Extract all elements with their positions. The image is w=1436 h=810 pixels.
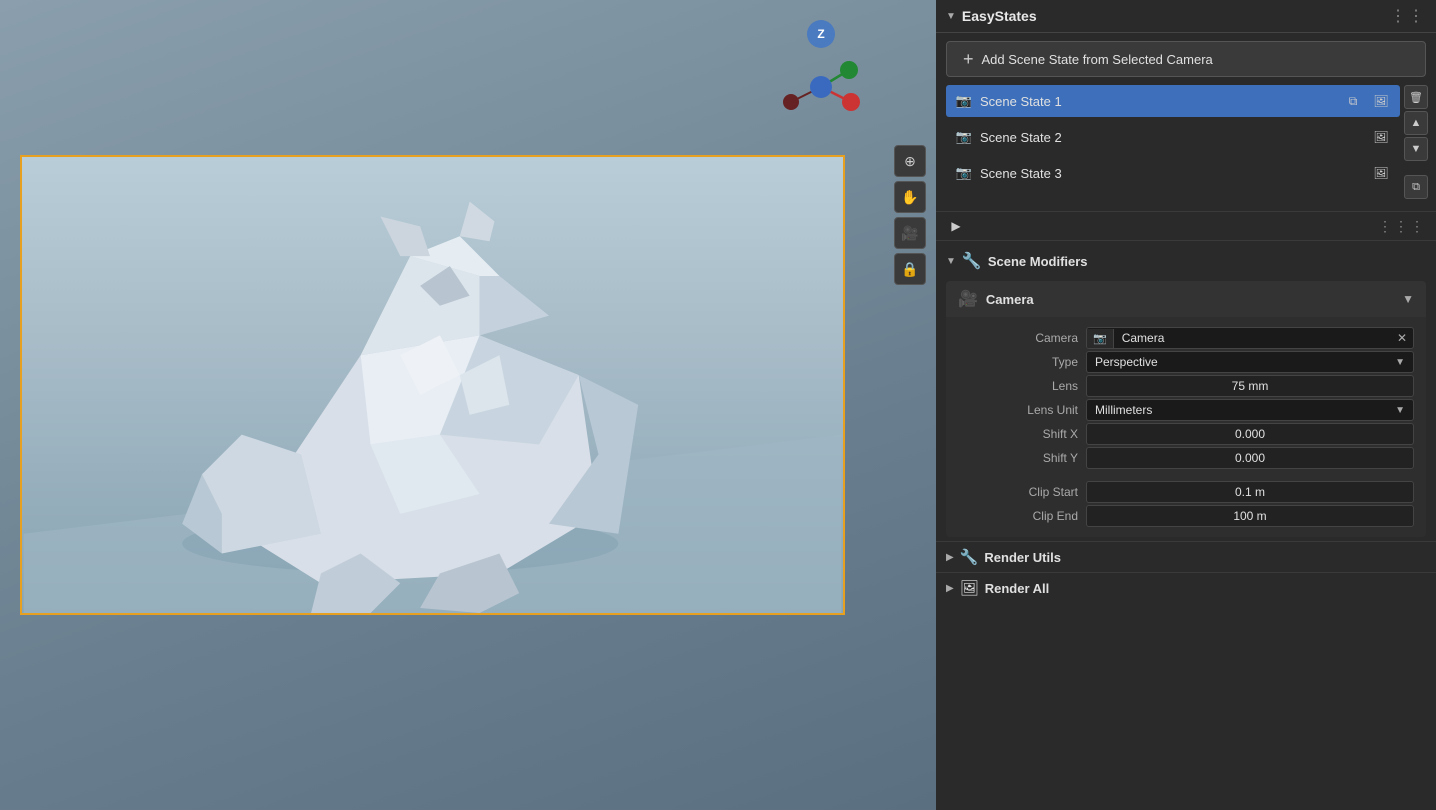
clip-end-value[interactable]: 100 m: [1086, 505, 1414, 527]
render-all-icon: 🖼: [960, 579, 979, 597]
gizmo-z-axis[interactable]: Z: [807, 20, 835, 48]
panel-title-row: ▼ EasyStates: [946, 8, 1037, 24]
delete-state-button[interactable]: 🗑: [1404, 85, 1428, 109]
camera-block-icon: 🎥: [958, 289, 978, 309]
scene-state-row-1: 📷 Scene State 1 ⧉ 🖼: [946, 85, 1400, 117]
viewport-tools: ⊕ ✋ 🎥 🔒: [894, 145, 926, 285]
camera-clear-button[interactable]: ✕: [1391, 328, 1413, 348]
scene-state-item-1[interactable]: 📷 Scene State 1 ⧉ 🖼: [946, 85, 1400, 117]
lock-tool-button[interactable]: 🔒: [894, 253, 926, 285]
shift-y-label: Shift Y: [958, 447, 1078, 469]
states-container: 📷 Scene State 1 ⧉ 🖼 📷 Scene State 2 🖼 📷: [936, 85, 1436, 207]
scene-modifiers-title: Scene Modifiers: [988, 254, 1088, 269]
panel-options-dots[interactable]: ⋮⋮: [1390, 6, 1426, 26]
grab-tool-button[interactable]: ✋: [894, 181, 926, 213]
add-plus-icon: +: [963, 50, 974, 68]
state-camera-icon-2: 📷: [954, 129, 974, 145]
play-button[interactable]: ▶: [946, 216, 966, 236]
lens-unit-dropdown-arrow: ▼: [1395, 405, 1405, 416]
shift-x-label: Shift X: [958, 423, 1078, 445]
lens-unit-dropdown[interactable]: Millimeters ▼: [1086, 399, 1414, 421]
camera-label: Camera: [958, 327, 1078, 349]
panel-title: EasyStates: [962, 8, 1037, 24]
camera-tool-button[interactable]: 🎥: [894, 217, 926, 249]
panel-collapse-arrow[interactable]: ▼: [946, 11, 956, 22]
state-render-btn-3[interactable]: 🖼: [1370, 162, 1392, 184]
render-utils-section[interactable]: ▶ 🔧 Render Utils: [936, 541, 1436, 572]
state-name-3: Scene State 3: [980, 166, 1364, 181]
camera-field-text: Camera: [1114, 328, 1391, 348]
scene-render: [20, 155, 845, 615]
camera-properties: Camera 📷 Camera ✕ Type Perspective ▼ Len…: [946, 317, 1426, 537]
scene-svg: [22, 157, 843, 613]
zoom-tool-button[interactable]: ⊕: [894, 145, 926, 177]
type-dropdown-arrow: ▼: [1395, 357, 1405, 368]
scene-states-list: 📷 Scene State 1 ⧉ 🖼 📷 Scene State 2 🖼 📷: [946, 85, 1400, 199]
scene-state-item-3[interactable]: 📷 Scene State 3 🖼: [946, 157, 1400, 189]
viewport: Z: [0, 0, 936, 810]
camera-tool-icon: 🎥: [901, 225, 918, 242]
add-scene-state-button[interactable]: + Add Scene State from Selected Camera: [946, 41, 1426, 77]
state-camera-icon-1: 📷: [954, 93, 974, 109]
camera-block-title: Camera: [986, 292, 1034, 307]
state-name-1: Scene State 1: [980, 94, 1336, 109]
scene-state-row-2: 📷 Scene State 2 🖼: [946, 121, 1400, 153]
shift-y-value[interactable]: 0.000: [1086, 447, 1414, 469]
camera-header[interactable]: 🎥 Camera ▼: [946, 281, 1426, 317]
lens-unit-value: Millimeters: [1095, 403, 1395, 417]
render-all-collapse-icon: ▶: [946, 583, 954, 594]
camera-dropdown-arrow[interactable]: ▼: [1402, 292, 1414, 306]
camera-value-field[interactable]: 📷 Camera ✕: [1086, 327, 1414, 349]
lens-label: Lens: [958, 375, 1078, 397]
scene-state-row-3: 📷 Scene State 3 🖼: [946, 157, 1400, 189]
lens-unit-label: Lens Unit: [958, 399, 1078, 421]
state-camera-icon-3: 📷: [954, 165, 974, 181]
clip-start-label: Clip Start: [958, 481, 1078, 503]
scene-modifiers-collapse-icon: ▼: [946, 256, 956, 267]
type-value: Perspective: [1095, 355, 1395, 369]
state-name-2: Scene State 2: [980, 130, 1364, 145]
clip-end-label: Clip End: [958, 505, 1078, 527]
state-copy-btn-1[interactable]: ⧉: [1342, 90, 1364, 112]
gizmo-axes: [781, 52, 861, 122]
render-utils-icon: 🔧: [960, 548, 979, 566]
camera-block: 🎥 Camera ▼ Camera 📷 Camera ✕ Type Perspe…: [946, 281, 1426, 537]
prop-spacer-1: [958, 471, 1078, 479]
playback-bar: ▶ ⋮⋮⋮: [936, 211, 1436, 241]
nav-gizmo: Z: [776, 20, 866, 130]
copy-state-button[interactable]: ⧉: [1404, 175, 1428, 199]
move-down-button[interactable]: ▼: [1404, 137, 1428, 161]
viewport-background: Z: [0, 0, 936, 810]
render-all-section[interactable]: ▶ 🖼 Render All: [936, 572, 1436, 603]
camera-header-left: 🎥 Camera: [958, 289, 1034, 309]
lock-icon: 🔒: [901, 261, 918, 278]
states-side-buttons: 🗑 ▲ ▼ ⧉: [1404, 85, 1428, 199]
state-render-btn-1[interactable]: 🖼: [1370, 90, 1392, 112]
type-label: Type: [958, 351, 1078, 373]
clip-start-value[interactable]: 0.1 m: [1086, 481, 1414, 503]
panel-header: ▼ EasyStates ⋮⋮: [936, 0, 1436, 33]
render-utils-title: Render Utils: [984, 550, 1061, 565]
prop-spacer-2: [1086, 471, 1414, 479]
render-utils-collapse-icon: ▶: [946, 552, 954, 563]
camera-field-icon: 📷: [1087, 329, 1114, 348]
add-button-label: Add Scene State from Selected Camera: [982, 52, 1213, 67]
scene-modifiers-header[interactable]: ▼ 🔧 Scene Modifiers: [936, 245, 1436, 277]
scene-modifiers-icon: 🔧: [962, 251, 982, 271]
render-all-title: Render All: [985, 581, 1050, 596]
right-panel: ▼ EasyStates ⋮⋮ + Add Scene State from S…: [936, 0, 1436, 810]
type-dropdown[interactable]: Perspective ▼: [1086, 351, 1414, 373]
grab-icon: ✋: [901, 189, 918, 206]
zoom-icon: ⊕: [904, 153, 916, 170]
scene-state-item-2[interactable]: 📷 Scene State 2 🖼: [946, 121, 1400, 153]
lens-value[interactable]: 75 mm: [1086, 375, 1414, 397]
playback-dots: ⋮⋮⋮: [1378, 218, 1426, 235]
move-up-button[interactable]: ▲: [1404, 111, 1428, 135]
shift-x-value[interactable]: 0.000: [1086, 423, 1414, 445]
state-render-btn-2[interactable]: 🖼: [1370, 126, 1392, 148]
